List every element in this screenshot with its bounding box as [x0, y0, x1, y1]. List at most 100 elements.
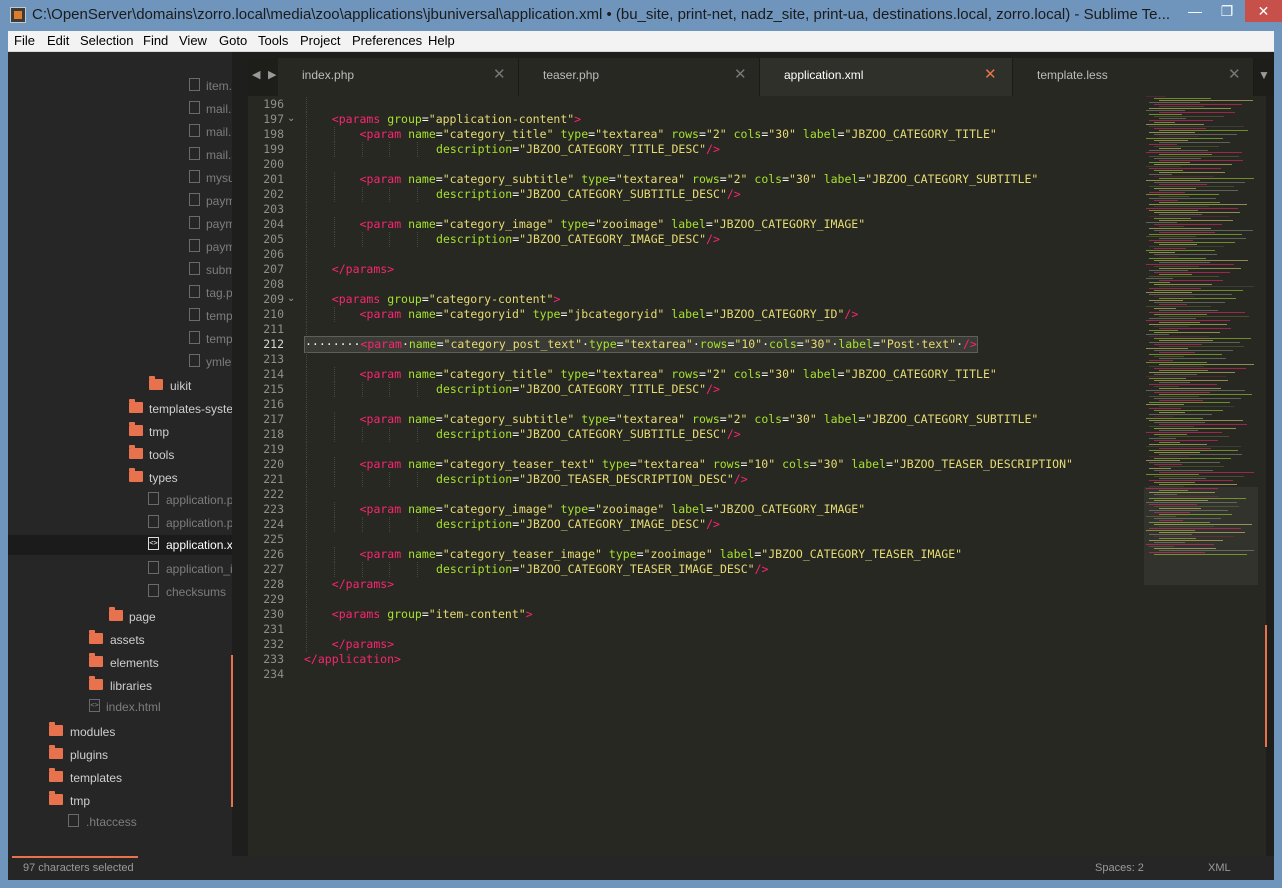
tree-folder[interactable]: libraries	[8, 676, 232, 696]
code-line[interactable]: description="JBZOO_CATEGORY_TITLE_DESC"/…	[436, 142, 720, 157]
tree-folder[interactable]: elements	[8, 653, 232, 673]
tree-folder[interactable]: templates-system	[8, 399, 232, 419]
tab-prev-icon[interactable]: ◀	[252, 68, 260, 81]
tab-application-xml[interactable]: application.xml ✕	[760, 58, 1013, 96]
tree-folder[interactable]: tools	[8, 445, 232, 465]
code-line[interactable]: description="JBZOO_CATEGORY_TITLE_DESC"/…	[436, 382, 720, 397]
minimap-line	[1146, 152, 1242, 153]
tree-item[interactable]: .htaccess	[8, 812, 232, 832]
code-line[interactable]: description="JBZOO_TEASER_DESCRIPTION_DE…	[436, 472, 748, 487]
minimize-button[interactable]: —	[1180, 0, 1210, 22]
tree-folder[interactable]: tmp	[8, 791, 232, 811]
tree-folder[interactable]: plugins	[8, 745, 232, 765]
code-line[interactable]: <param name="category_teaser_text" type=…	[360, 457, 1073, 472]
tree-folder[interactable]: modules	[8, 722, 232, 742]
code-line[interactable]: <param name="category_title" type="texta…	[360, 367, 997, 382]
code-line[interactable]: <param name="category_teaser_image" type…	[360, 547, 963, 562]
tree-item-active[interactable]: <> application.x	[8, 535, 232, 555]
editor-scrollbar[interactable]	[1265, 625, 1267, 747]
code-line[interactable]: description="JBZOO_CATEGORY_IMAGE_DESC"/…	[436, 517, 720, 532]
code-line[interactable]: <params group="category-content">	[332, 292, 561, 307]
menu-tools[interactable]: Tools	[258, 33, 288, 48]
minimap-line	[1149, 546, 1174, 547]
tab-teaser-php[interactable]: teaser.php ✕	[519, 58, 760, 96]
tab-index-php[interactable]: index.php ✕	[278, 58, 519, 96]
tree-folder[interactable]: page	[8, 607, 232, 627]
tree-item[interactable]: application.p	[8, 513, 232, 533]
tab-next-icon[interactable]: ▶	[268, 68, 276, 81]
selected-code-line[interactable]: ········<param·name="category_post_text"…	[304, 336, 978, 353]
code-line[interactable]: <params group="item-content">	[332, 607, 533, 622]
tree-item[interactable]: application.p	[8, 490, 232, 510]
tree-item[interactable]: mail.c	[8, 122, 232, 142]
menu-goto[interactable]: Goto	[219, 33, 247, 48]
tree-folder[interactable]: templates	[8, 768, 232, 788]
sidebar-file-tree[interactable]: item. mail.c mail.c mail.s mysu paym pay…	[8, 52, 232, 856]
code-line[interactable]: description="JBZOO_CATEGORY_IMAGE_DESC"/…	[436, 232, 720, 247]
code-line[interactable]: <param name="category_image" type="zooim…	[360, 502, 866, 517]
minimap-line	[1159, 406, 1234, 407]
tree-item[interactable]: temp	[8, 306, 232, 326]
fold-chevron-icon[interactable]: ⌄	[287, 293, 295, 304]
tab-template-less[interactable]: template.less ✕	[1013, 58, 1254, 96]
tree-item[interactable]: paym	[8, 237, 232, 257]
tree-item[interactable]: paym	[8, 214, 232, 234]
code-line[interactable]: <param name="category_title" type="texta…	[360, 127, 997, 142]
sidebar-scrollbar[interactable]	[231, 655, 233, 807]
code-line[interactable]: description="JBZOO_CATEGORY_TEASER_IMAGE…	[436, 562, 768, 577]
close-icon[interactable]: ✕	[493, 65, 506, 83]
indentation-setting[interactable]: Spaces: 2	[1095, 862, 1144, 874]
syntax-selector[interactable]: XML	[1208, 862, 1231, 874]
code-editor[interactable]: 196 197 ⌄ <params group="application-conten…	[248, 96, 1266, 856]
maximize-button[interactable]: ❐	[1212, 0, 1242, 22]
code-line[interactable]: <params group="application-content">	[332, 112, 581, 127]
tree-folder[interactable]: assets	[8, 630, 232, 650]
code-line[interactable]: </application>	[304, 652, 401, 667]
tree-folder[interactable]: types	[8, 468, 232, 488]
minimap[interactable]	[1144, 96, 1258, 561]
close-icon[interactable]: ✕	[734, 65, 747, 83]
code-line[interactable]: </params>	[332, 262, 394, 277]
code-line[interactable]: <param name="category_subtitle" type="te…	[360, 412, 1039, 427]
tree-folder[interactable]: uikit	[8, 376, 232, 396]
indent-guide	[306, 367, 307, 382]
close-window-button[interactable]: ✕	[1245, 0, 1282, 22]
code-line[interactable]: description="JBZOO_CATEGORY_SUBTITLE_DES…	[436, 427, 741, 442]
code-line[interactable]: </params>	[332, 637, 394, 652]
code-line[interactable]: <param name="category_subtitle" type="te…	[360, 172, 1039, 187]
tree-item[interactable]: <> index.html	[8, 697, 232, 717]
code-line[interactable]: description="JBZOO_CATEGORY_SUBTITLE_DES…	[436, 187, 741, 202]
code-line[interactable]: </params>	[332, 577, 394, 592]
tree-item[interactable]: subm	[8, 260, 232, 280]
tree-item[interactable]: mail.s	[8, 145, 232, 165]
tree-item[interactable]: item.	[8, 76, 232, 96]
indent-guide	[417, 472, 419, 487]
menu-selection[interactable]: Selection	[80, 33, 133, 48]
tree-item[interactable]: mysu	[8, 168, 232, 188]
minimap-line	[1149, 114, 1182, 115]
tree-item[interactable]: tag.p	[8, 283, 232, 303]
tree-item[interactable]: paym	[8, 191, 232, 211]
menu-preferences[interactable]: Preferences	[352, 33, 422, 48]
line-number: 210	[263, 307, 284, 321]
minimap-line	[1154, 422, 1205, 423]
menu-project[interactable]: Project	[300, 33, 340, 48]
menu-edit[interactable]: Edit	[47, 33, 69, 48]
tree-item[interactable]: temp	[8, 329, 232, 349]
sublime-app-icon[interactable]	[10, 7, 26, 23]
fold-chevron-icon[interactable]: ⌄	[287, 113, 295, 124]
menu-view[interactable]: View	[179, 33, 207, 48]
code-line[interactable]: <param name="category_image" type="zooim…	[360, 217, 866, 232]
menu-find[interactable]: Find	[143, 33, 168, 48]
tree-folder[interactable]: tmp	[8, 422, 232, 442]
menu-help[interactable]: Help	[428, 33, 455, 48]
tree-item[interactable]: ymle:	[8, 352, 232, 372]
code-line[interactable]: <param name="categoryid" type="jbcategor…	[360, 307, 859, 322]
menu-file[interactable]: File	[14, 33, 35, 48]
close-icon[interactable]: ✕	[984, 65, 997, 83]
tab-list-dropdown-icon[interactable]: ▼	[1258, 68, 1270, 82]
tree-item[interactable]: mail.c	[8, 99, 232, 119]
tree-item[interactable]: checksums	[8, 582, 232, 602]
tree-item[interactable]: application_i	[8, 559, 232, 579]
close-icon[interactable]: ✕	[1228, 65, 1241, 83]
